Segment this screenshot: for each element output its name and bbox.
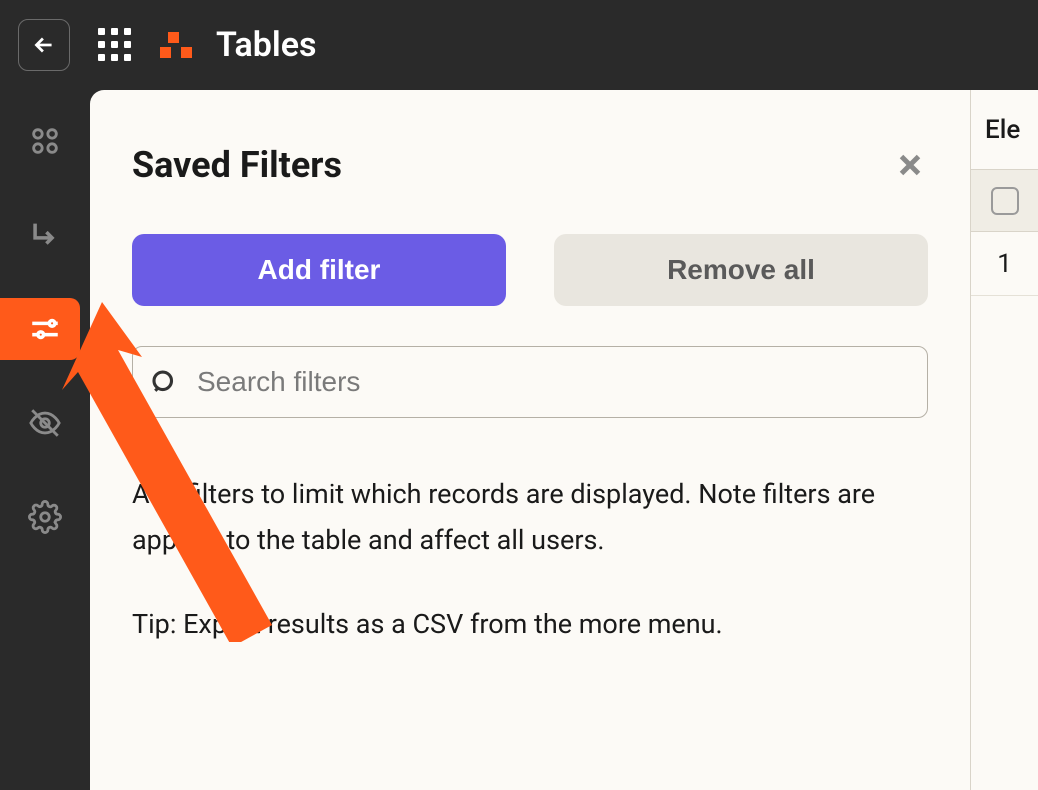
panel-header: Saved Filters <box>132 144 928 186</box>
close-button[interactable] <box>892 147 928 183</box>
checkbox[interactable] <box>991 187 1019 215</box>
help-text: Add filters to limit which records are d… <box>132 472 928 648</box>
help-paragraph-1: Add filters to limit which records are d… <box>132 472 928 564</box>
right-table-sliver: Ele 1 <box>970 90 1038 790</box>
sidebar-item-settings[interactable] <box>0 486 80 548</box>
remove-all-button[interactable]: Remove all <box>554 234 928 306</box>
sidebar-item-apps[interactable] <box>0 110 80 172</box>
sub-arrow-icon <box>28 218 62 252</box>
app-title: Tables <box>216 25 317 65</box>
eye-off-icon <box>28 406 62 440</box>
apps-grid-icon[interactable] <box>98 28 132 62</box>
brand-logo[interactable] <box>160 32 192 58</box>
sliders-icon <box>28 312 62 346</box>
gear-icon <box>28 500 62 534</box>
filters-panel: Saved Filters Add filter Remove all Add … <box>90 90 970 790</box>
circles-icon <box>28 124 62 158</box>
back-button[interactable] <box>18 19 70 71</box>
sidebar-item-filters[interactable] <box>0 298 80 360</box>
search-icon <box>149 367 179 397</box>
close-icon <box>893 148 927 182</box>
arrow-left-icon <box>31 32 57 58</box>
table-column-header[interactable]: Ele <box>971 90 1038 170</box>
sidebar-item-hidden[interactable] <box>0 392 80 454</box>
search-filters-field[interactable] <box>132 346 928 418</box>
sidebar-rail <box>0 90 90 790</box>
row-number-cell[interactable]: 1 <box>971 232 1038 296</box>
add-filter-button[interactable]: Add filter <box>132 234 506 306</box>
select-all-row[interactable] <box>971 170 1038 232</box>
topbar: Tables <box>0 0 1038 90</box>
search-input[interactable] <box>197 366 911 398</box>
sidebar-item-flow[interactable] <box>0 204 80 266</box>
panel-title: Saved Filters <box>132 144 342 186</box>
help-paragraph-2: Tip: Export results as a CSV from the mo… <box>132 602 928 648</box>
button-row: Add filter Remove all <box>132 234 928 306</box>
